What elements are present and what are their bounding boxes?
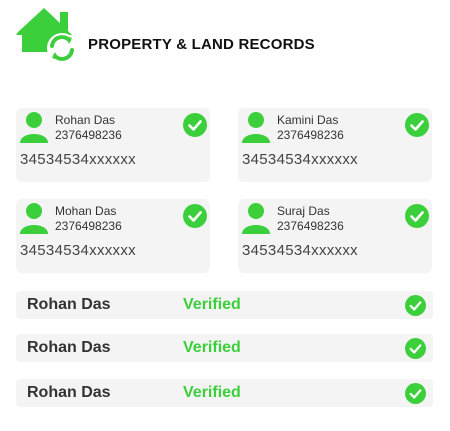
- check-circle-icon: [405, 295, 426, 316]
- check-circle-icon: [405, 113, 429, 137]
- card-name: Rohan Das: [55, 113, 116, 127]
- card-record-number: 34534534xxxxxx: [20, 151, 136, 168]
- card-record-number: 34534534xxxxxx: [242, 242, 358, 259]
- card-name: Suraj Das: [277, 204, 330, 218]
- app-header: PROPERTY & LAND RECORDS: [16, 6, 436, 66]
- card-phone: 2376498236: [55, 219, 122, 233]
- verification-row[interactable]: Rohan Das Verified: [16, 334, 433, 362]
- house-refresh-icon: [16, 8, 77, 63]
- user-avatar-icon: [242, 112, 270, 143]
- verified-status: Verified: [183, 339, 241, 356]
- row-name: Rohan Das: [27, 296, 111, 313]
- card-record-number: 34534534xxxxxx: [242, 151, 358, 168]
- card-record-number: 34534534xxxxxx: [20, 242, 136, 259]
- card-phone: 2376498236: [277, 128, 344, 142]
- verification-row[interactable]: Rohan Das Verified: [16, 379, 433, 407]
- check-circle-icon: [183, 204, 207, 228]
- card-phone: 2376498236: [277, 219, 344, 233]
- row-name: Rohan Das: [27, 384, 111, 401]
- record-card[interactable]: Kamini Das 2376498236 34534534xxxxxx: [238, 108, 432, 182]
- verification-row[interactable]: Rohan Das Verified: [16, 291, 433, 319]
- card-phone: 2376498236: [55, 128, 122, 142]
- row-name: Rohan Das: [27, 339, 111, 356]
- verified-status: Verified: [183, 296, 241, 313]
- verified-status: Verified: [183, 384, 241, 401]
- check-circle-icon: [183, 113, 207, 137]
- user-avatar-icon: [20, 112, 48, 143]
- page-title: PROPERTY & LAND RECORDS: [88, 36, 315, 53]
- card-name: Mohan Das: [55, 204, 117, 218]
- record-card[interactable]: Suraj Das 2376498236 34534534xxxxxx: [238, 199, 432, 273]
- record-card[interactable]: Rohan Das 2376498236 34534534xxxxxx: [16, 108, 210, 182]
- check-circle-icon: [405, 383, 426, 404]
- card-name: Kamini Das: [277, 113, 339, 127]
- record-card[interactable]: Mohan Das 2376498236 34534534xxxxxx: [16, 199, 210, 273]
- user-avatar-icon: [242, 203, 270, 234]
- check-circle-icon: [405, 204, 429, 228]
- check-circle-icon: [405, 338, 426, 359]
- user-avatar-icon: [20, 203, 48, 234]
